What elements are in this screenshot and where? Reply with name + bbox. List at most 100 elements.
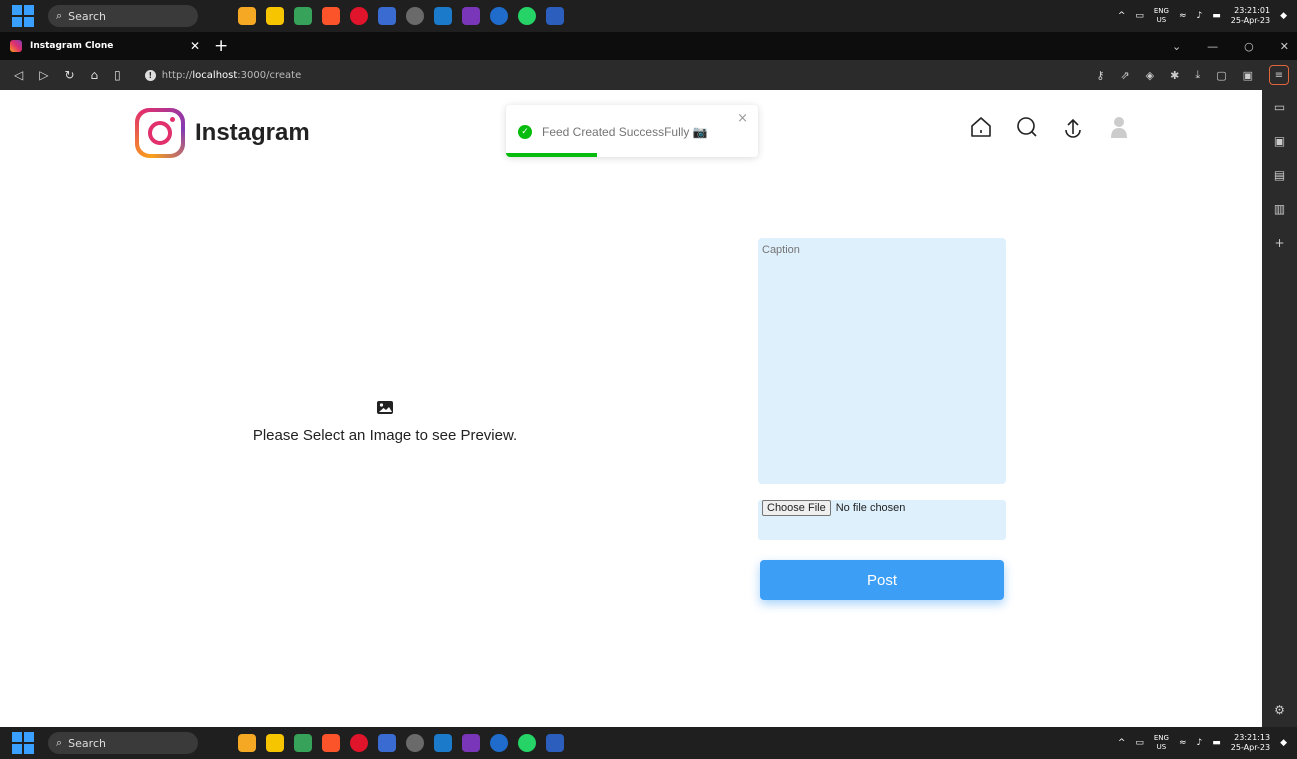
share-icon[interactable]: ⇗ <box>1120 69 1129 82</box>
tab-bar: Instagram Clone ✕ + ⌄ — ○ ✕ <box>0 32 1297 60</box>
app-icon[interactable] <box>294 7 312 25</box>
chevron-up-icon[interactable]: ^ <box>1118 738 1126 748</box>
back-icon[interactable]: ◁ <box>14 68 23 82</box>
onenote-icon[interactable] <box>462 7 480 25</box>
file-explorer-icon[interactable] <box>266 734 284 752</box>
toast-message: Feed Created SuccessFully 📷 <box>542 125 708 139</box>
menu-icon[interactable]: ≡ <box>1269 65 1289 85</box>
vscode-icon[interactable] <box>434 7 452 25</box>
vscode-icon[interactable] <box>434 734 452 752</box>
page-content: Instagram ✓ Feed Created SuccessFully 📷 … <box>0 90 1262 727</box>
whatsapp-icon[interactable] <box>518 734 536 752</box>
home-icon[interactable] <box>968 114 994 140</box>
close-icon[interactable]: ✕ <box>1280 40 1289 53</box>
app-icon[interactable] <box>490 734 508 752</box>
keyboard-icon[interactable]: ▭ <box>1135 738 1144 748</box>
home-icon[interactable]: ⌂ <box>91 68 99 82</box>
tab-instagram-clone[interactable]: Instagram Clone ✕ <box>10 35 200 57</box>
bookmarks-icon[interactable]: ▤ <box>1274 168 1285 182</box>
brave-icon[interactable] <box>322 734 340 752</box>
sidebar-icon[interactable]: ▢ <box>1216 69 1226 82</box>
preview-message: Please Select an Image to see Preview. <box>252 427 518 444</box>
close-tab-icon[interactable]: ✕ <box>190 39 200 53</box>
weather-icon[interactable] <box>238 7 256 25</box>
chevron-down-icon[interactable]: ⌄ <box>1172 40 1181 53</box>
choose-file-button[interactable]: Choose File <box>762 500 831 516</box>
taskbar-apps <box>238 7 564 25</box>
notification-icon[interactable]: ◆ <box>1280 11 1287 21</box>
gear-icon[interactable]: ⚙ <box>1274 703 1285 717</box>
keyboard-icon[interactable]: ▭ <box>1135 11 1144 21</box>
user-avatar-icon[interactable] <box>1106 114 1132 140</box>
language-indicator[interactable]: ENG US <box>1154 734 1169 752</box>
word-icon[interactable] <box>546 734 564 752</box>
info-icon[interactable]: ! <box>144 69 156 81</box>
app-icon[interactable] <box>378 734 396 752</box>
forward-icon[interactable]: ▷ <box>39 68 48 82</box>
brave-shield-icon[interactable]: ◈ <box>1146 69 1154 82</box>
browser-side-panel: ▭ ▣ ▤ ▥ + ⚙ <box>1262 90 1297 727</box>
whatsapp-icon[interactable] <box>518 7 536 25</box>
search-icon: ⌕ <box>56 9 63 22</box>
volume-icon[interactable]: ♪ <box>1197 738 1203 748</box>
bookmark-icon[interactable]: ▯ <box>114 68 121 82</box>
search-icon: ⌕ <box>56 736 63 749</box>
battery-icon[interactable]: ▬ <box>1212 738 1221 748</box>
app-icon[interactable] <box>490 7 508 25</box>
taskbar-search[interactable]: ⌕ Search <box>48 732 198 754</box>
wallet-icon[interactable]: ▣ <box>1243 69 1253 82</box>
file-input[interactable]: Choose File No file chosen <box>758 500 1006 540</box>
window-controls: ⌄ — ○ ✕ <box>1172 40 1289 53</box>
windows-start-icon[interactable] <box>12 732 34 754</box>
onenote-icon[interactable] <box>462 734 480 752</box>
address-bar: ◁ ▷ ↻ ⌂ ▯ ! http://localhost:3000/create… <box>0 60 1297 90</box>
clock[interactable]: 23:21:01 25-Apr-23 <box>1231 6 1270 26</box>
key-icon[interactable]: ⚷ <box>1096 69 1104 82</box>
reload-icon[interactable]: ↻ <box>64 68 74 82</box>
close-icon[interactable]: × <box>737 111 748 126</box>
minimize-icon[interactable]: — <box>1207 40 1218 53</box>
search-icon[interactable] <box>1014 114 1040 140</box>
url-field[interactable]: ! http://localhost:3000/create <box>144 69 301 81</box>
app-icon[interactable] <box>378 7 396 25</box>
clock[interactable]: 23:21:13 25-Apr-23 <box>1231 733 1270 753</box>
wifi-icon[interactable]: ≈ <box>1179 11 1187 21</box>
notification-icon[interactable]: ◆ <box>1280 738 1287 748</box>
weather-icon[interactable] <box>238 734 256 752</box>
chevron-up-icon[interactable]: ^ <box>1118 11 1126 21</box>
taskbar-search[interactable]: ⌕ Search <box>48 5 198 27</box>
tab-icon[interactable]: ▭ <box>1274 100 1285 114</box>
instagram-logo[interactable]: Instagram <box>135 108 310 158</box>
reading-list-icon[interactable]: ▥ <box>1274 202 1285 216</box>
extensions-icon[interactable]: ✱ <box>1170 69 1179 82</box>
restore-icon[interactable]: ○ <box>1244 40 1254 53</box>
word-icon[interactable] <box>546 7 564 25</box>
battery-icon[interactable]: ▬ <box>1212 11 1221 21</box>
file-explorer-icon[interactable] <box>266 7 284 25</box>
brave-icon[interactable] <box>322 7 340 25</box>
upload-icon[interactable] <box>1060 114 1086 140</box>
wifi-icon[interactable]: ≈ <box>1179 738 1187 748</box>
whatsapp-desktop-icon[interactable] <box>406 7 424 25</box>
whatsapp-desktop-icon[interactable] <box>406 734 424 752</box>
success-toast[interactable]: ✓ Feed Created SuccessFully 📷 × <box>506 105 758 157</box>
download-icon[interactable]: ⤓ <box>1195 68 1200 82</box>
caption-input[interactable] <box>758 238 1006 484</box>
image-icon <box>377 401 393 414</box>
windows-start-icon[interactable] <box>12 5 34 27</box>
image-preview: Please Select an Image to see Preview. <box>200 400 570 444</box>
language-indicator[interactable]: ENG US <box>1154 7 1169 25</box>
wallet-icon[interactable]: ▣ <box>1274 134 1285 148</box>
opera-icon[interactable] <box>350 734 368 752</box>
new-tab-icon[interactable]: + <box>214 36 228 56</box>
header-nav <box>968 114 1132 140</box>
post-button[interactable]: Post <box>760 560 1004 600</box>
volume-icon[interactable]: ♪ <box>1197 11 1203 21</box>
system-tray: ^ ▭ ENG US ≈ ♪ ▬ 23:21:01 25-Apr-23 ◆ <box>1118 6 1287 26</box>
add-icon[interactable]: + <box>1274 236 1284 250</box>
opera-icon[interactable] <box>350 7 368 25</box>
taskbar-apps <box>238 734 564 752</box>
instagram-icon <box>135 108 185 158</box>
app-icon[interactable] <box>294 734 312 752</box>
nav-buttons: ◁ ▷ ↻ ⌂ ▯ <box>14 68 121 82</box>
